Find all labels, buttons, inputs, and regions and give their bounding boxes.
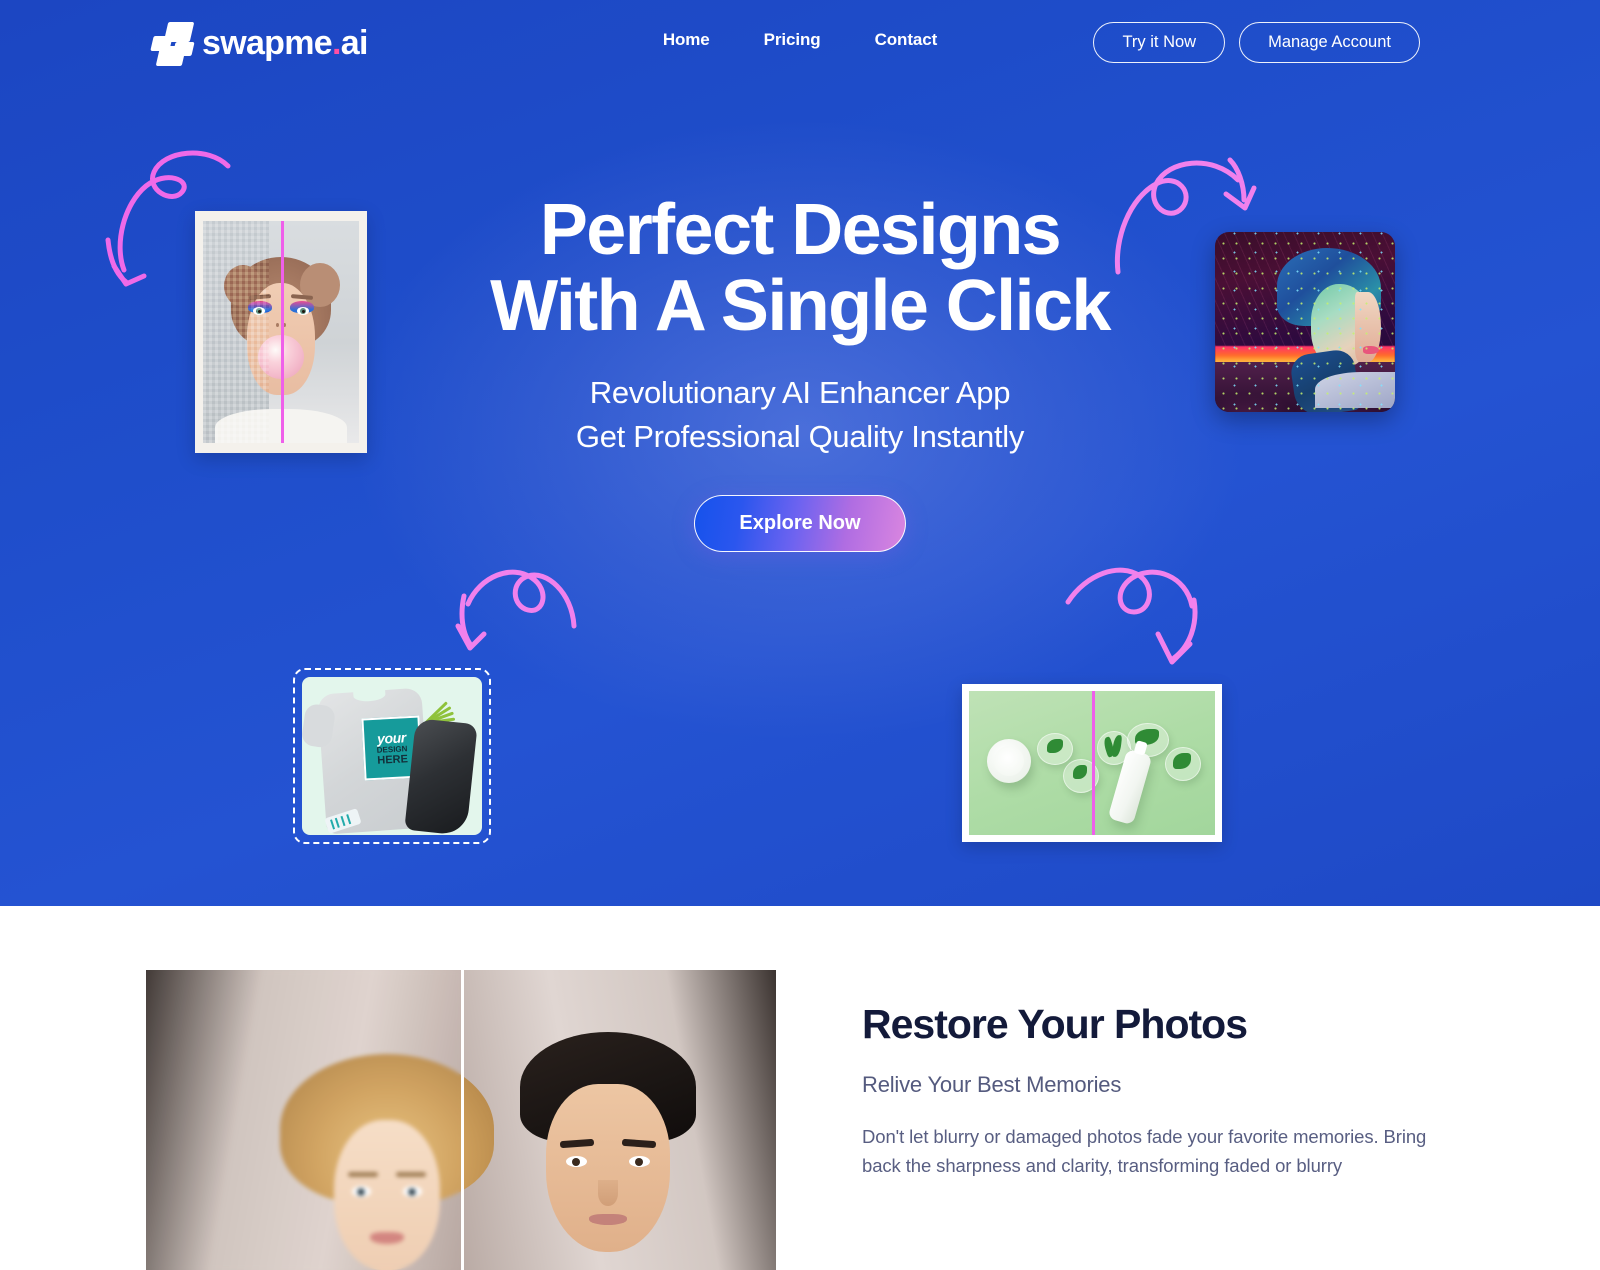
hero-title-line2: With A Single Click <box>490 266 1111 347</box>
pink-vertical-divider[interactable] <box>1092 691 1095 835</box>
starfield-particles <box>1215 232 1395 412</box>
eye-right <box>297 306 309 315</box>
man-eyebrow-left <box>559 1138 595 1149</box>
hero-title: Perfect Designs With A Single Click <box>490 190 1111 347</box>
blur-overlay-before-side <box>146 970 461 1270</box>
ai-generated-cosmic-portrait[interactable] <box>1215 232 1395 412</box>
explore-now-button[interactable]: Explore Now <box>694 494 906 552</box>
man-eye-right <box>629 1156 650 1167</box>
pixelation-overlay-left <box>203 221 269 443</box>
nav-actions: Try it Now Manage Account <box>1093 22 1420 63</box>
hero-subtitle-line1: Revolutionary AI Enhancer App <box>589 374 1011 410</box>
man-lips <box>589 1214 627 1225</box>
nav-link-home[interactable]: Home <box>663 30 710 50</box>
restore-text-block: Restore Your Photos Relive Your Best Mem… <box>862 1001 1462 1180</box>
manage-account-button[interactable]: Manage Account <box>1239 22 1420 63</box>
nav-link-contact[interactable]: Contact <box>875 30 938 50</box>
pink-vertical-divider[interactable] <box>281 221 284 443</box>
black-leggings <box>404 718 478 835</box>
before-after-portrait-bubblegum[interactable] <box>195 211 367 453</box>
tshirt-mockup-image: your DESIGN HERE <box>302 677 482 835</box>
label-line-here: HERE <box>377 752 409 767</box>
hero-title-line1: Perfect Designs <box>539 190 1062 270</box>
portrait-image <box>203 221 359 443</box>
hero-section: swapme.ai Home Pricing Contact Try it No… <box>0 0 1600 906</box>
man-portrait <box>506 1032 716 1270</box>
main-navigation: swapme.ai Home Pricing Contact Try it No… <box>0 0 1600 86</box>
restore-heading: Restore Your Photos <box>862 1001 1248 1047</box>
white-vertical-divider[interactable] <box>461 970 464 1270</box>
hero-subtitle: Revolutionary AI Enhancer App Get Profes… <box>576 371 1024 459</box>
curly-arrow-bottom-left-icon <box>455 569 577 651</box>
cream-jar <box>987 739 1031 783</box>
restored-vintage-couple-photo[interactable] <box>146 970 776 1270</box>
tshirt-mockup[interactable]: your DESIGN HERE <box>293 668 491 844</box>
curly-arrow-bottom-right-icon <box>1065 567 1198 665</box>
man-face <box>546 1084 670 1252</box>
hero-subtitle-line2: Get Professional Quality Instantly <box>575 418 1025 454</box>
nav-link-pricing[interactable]: Pricing <box>764 30 821 50</box>
restore-photos-section: Restore Your Photos Relive Your Best Mem… <box>0 906 1600 1270</box>
cosmetics-flatlay-before-after[interactable] <box>962 684 1222 842</box>
cosmetics-image <box>969 691 1215 835</box>
man-nose <box>598 1180 618 1206</box>
restore-subheading: Relive Your Best Memories <box>862 1071 1122 1097</box>
restore-body-text: Don't let blurry or damaged photos fade … <box>862 1125 1427 1177</box>
try-it-now-button[interactable]: Try it Now <box>1093 22 1226 63</box>
man-eye-left <box>566 1156 587 1167</box>
man-eyebrow-right <box>621 1138 657 1149</box>
cta-wrapper: Explore Now <box>694 494 906 552</box>
label-line-your: your <box>376 728 407 747</box>
